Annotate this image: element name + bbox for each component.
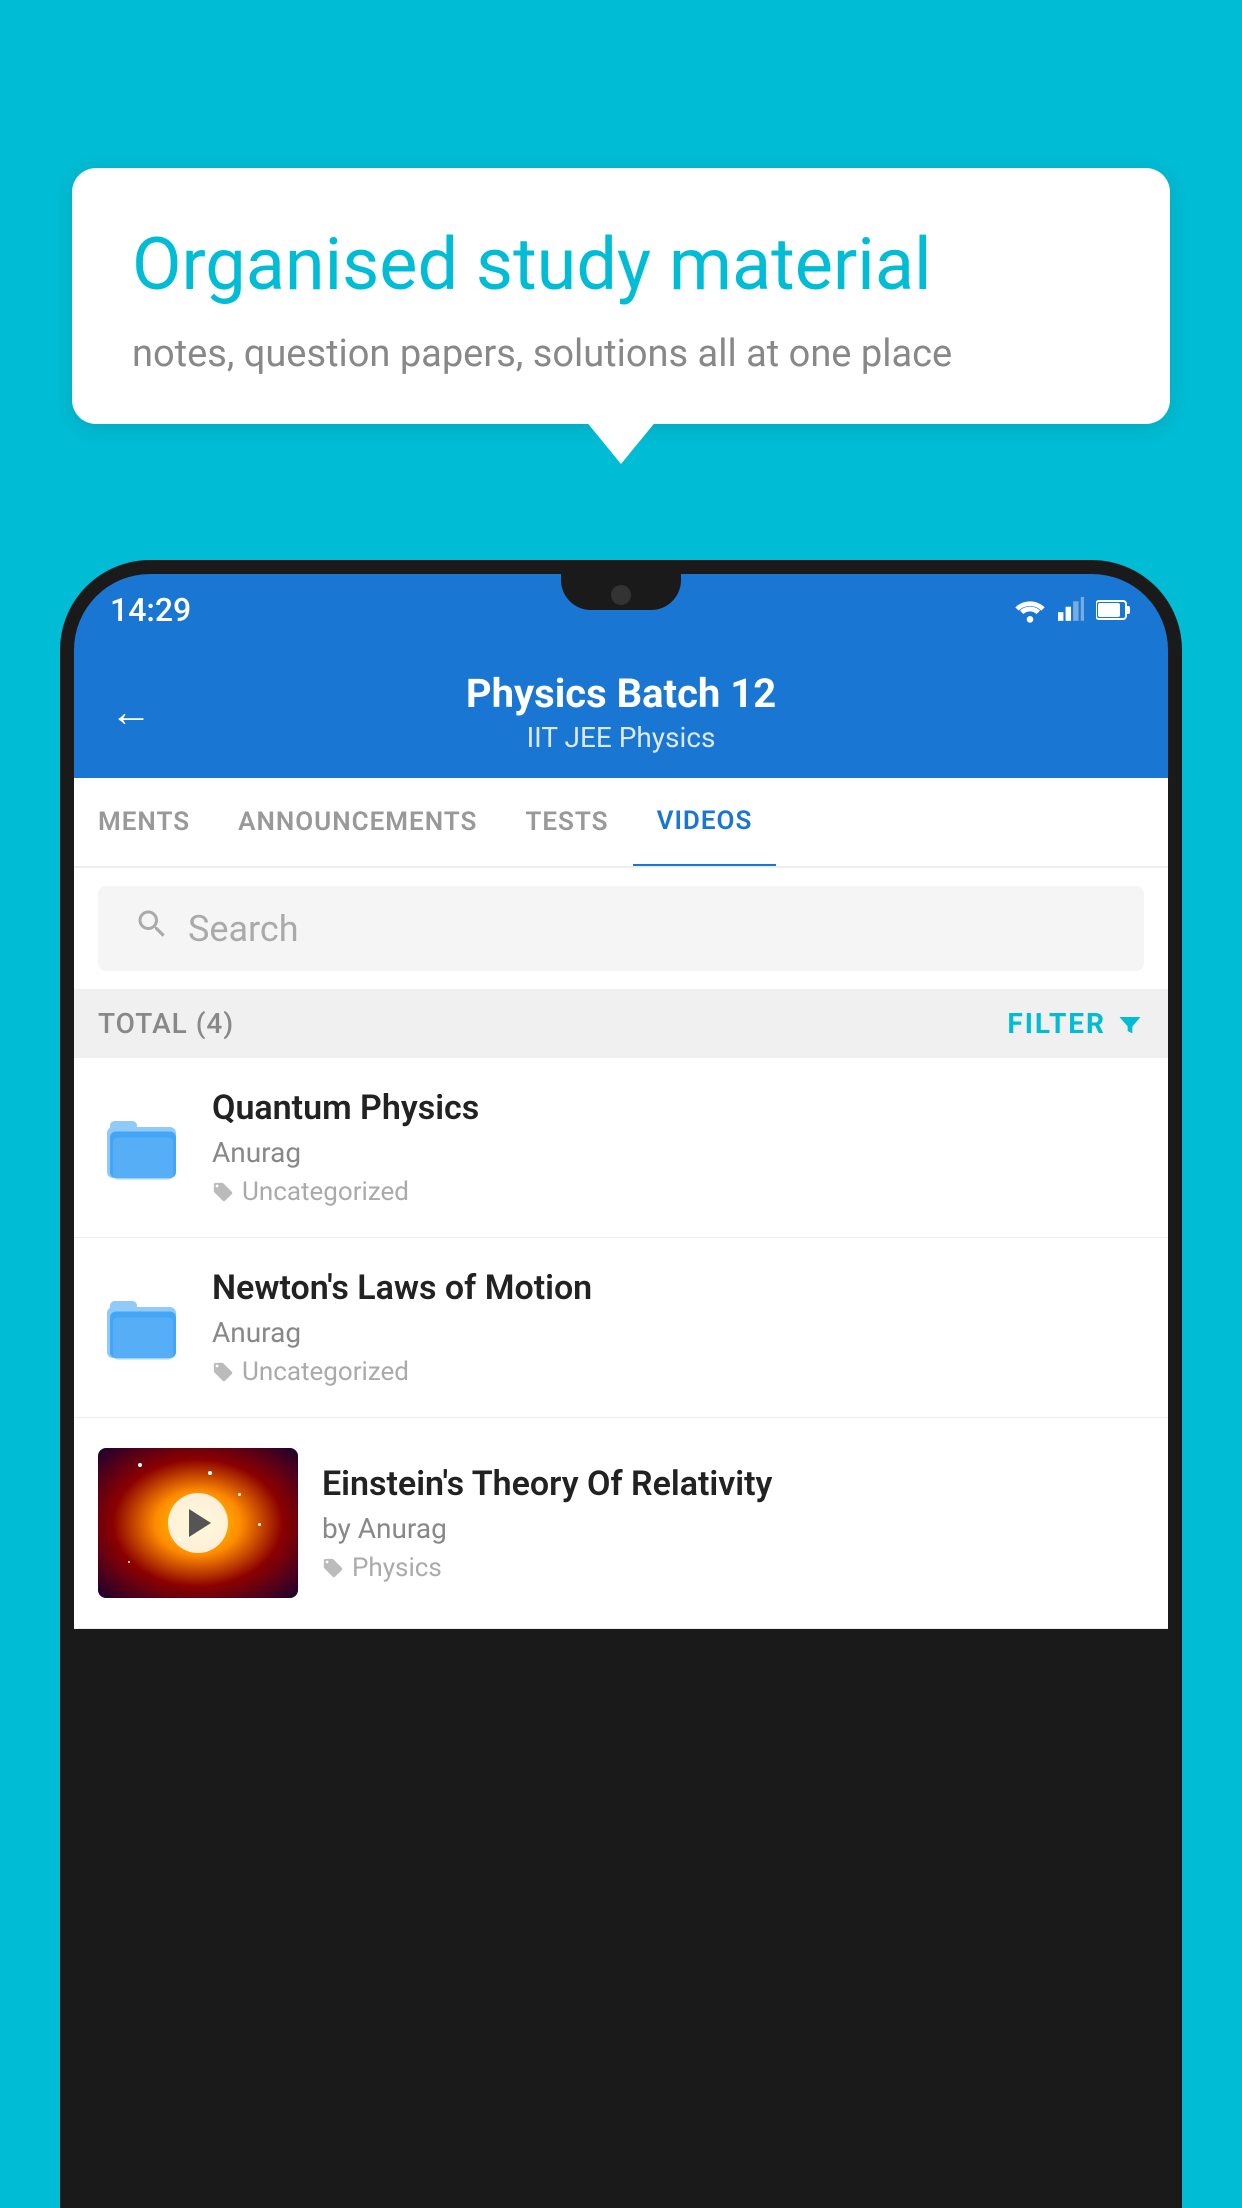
search-placeholder: Search (188, 908, 299, 950)
status-time: 14:29 (110, 591, 191, 629)
camera (611, 585, 631, 605)
wifi-icon (1014, 597, 1046, 623)
video-tag-2: Uncategorized (212, 1357, 1144, 1387)
video-thumbnail-3 (98, 1448, 298, 1598)
video-info-2: Newton's Laws of Motion Anurag Uncategor… (212, 1268, 1144, 1387)
status-icons (1014, 597, 1132, 623)
tab-bar: MENTS ANNOUNCEMENTS TESTS VIDEOS (74, 778, 1168, 868)
folder-icon (107, 1292, 179, 1364)
video-tag-1: Uncategorized (212, 1177, 1144, 1207)
battery-icon (1096, 599, 1132, 621)
tab-videos[interactable]: VIDEOS (633, 778, 777, 868)
tab-ments[interactable]: MENTS (74, 779, 214, 865)
video-title-3: Einstein's Theory Of Relativity (322, 1464, 1144, 1504)
header-title: Physics Batch 12 (176, 670, 1066, 717)
folder-thumb-1 (98, 1103, 188, 1193)
video-author-3: by Anurag (322, 1512, 1144, 1545)
search-icon (134, 906, 170, 951)
search-container: Search (74, 868, 1168, 989)
status-bar: 14:29 (74, 574, 1168, 646)
bubble-subtitle: notes, question papers, solutions all at… (132, 332, 1110, 376)
list-item[interactable]: Einstein's Theory Of Relativity by Anura… (74, 1418, 1168, 1629)
filter-icon (1116, 1010, 1144, 1038)
phone-frame: 14:29 ← Phys (60, 560, 1182, 2208)
tag-icon (212, 1181, 234, 1203)
list-item[interactable]: Newton's Laws of Motion Anurag Uncategor… (74, 1238, 1168, 1418)
play-button[interactable] (168, 1493, 228, 1553)
video-tag-label-2: Uncategorized (242, 1357, 409, 1387)
filter-label: FILTER (1007, 1007, 1106, 1040)
play-triangle (189, 1509, 211, 1537)
search-bar[interactable]: Search (98, 886, 1144, 971)
total-count: TOTAL (4) (98, 1007, 234, 1040)
video-list: Quantum Physics Anurag Uncategorized (74, 1058, 1168, 1629)
notch (561, 574, 681, 610)
folder-icon (107, 1112, 179, 1184)
video-info-1: Quantum Physics Anurag Uncategorized (212, 1088, 1144, 1207)
video-info-3: Einstein's Theory Of Relativity by Anura… (322, 1464, 1144, 1583)
tag-icon (322, 1557, 344, 1579)
video-author-2: Anurag (212, 1316, 1144, 1349)
header-subtitle: IIT JEE Physics (176, 721, 1066, 754)
video-tag-3: Physics (322, 1553, 1144, 1583)
filter-button[interactable]: FILTER (1007, 1007, 1144, 1040)
tab-announcements[interactable]: ANNOUNCEMENTS (214, 779, 501, 865)
speech-bubble: Organised study material notes, question… (72, 168, 1170, 424)
bubble-title: Organised study material (132, 222, 1110, 308)
tag-icon (212, 1361, 234, 1383)
video-tag-label-1: Uncategorized (242, 1177, 409, 1207)
video-tag-label-3: Physics (352, 1553, 442, 1583)
tab-tests[interactable]: TESTS (501, 779, 632, 865)
filter-row: TOTAL (4) FILTER (74, 989, 1168, 1058)
video-author-1: Anurag (212, 1136, 1144, 1169)
video-title-1: Quantum Physics (212, 1088, 1144, 1128)
signal-icon (1058, 597, 1084, 623)
app-header: ← Physics Batch 12 IIT JEE Physics (74, 646, 1168, 778)
header-title-area: Physics Batch 12 IIT JEE Physics (176, 670, 1066, 754)
list-item[interactable]: Quantum Physics Anurag Uncategorized (74, 1058, 1168, 1238)
back-button[interactable]: ← (110, 688, 152, 737)
folder-thumb-2 (98, 1283, 188, 1373)
video-title-2: Newton's Laws of Motion (212, 1268, 1144, 1308)
